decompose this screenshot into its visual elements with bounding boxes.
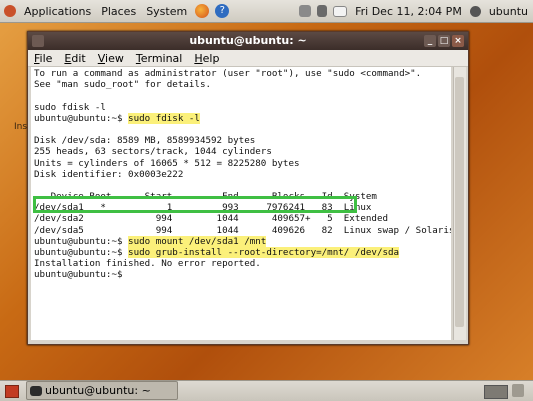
shell-prompt: ubuntu@ubuntu:~$: [34, 269, 129, 281]
ubuntu-logo-icon[interactable]: [4, 5, 16, 17]
menu-places[interactable]: Places: [96, 5, 141, 18]
terminal-line: To run a command as administrator (user …: [34, 68, 422, 79]
menu-system[interactable]: System: [141, 5, 192, 18]
help-icon[interactable]: ?: [215, 4, 230, 18]
desktop-icon-label[interactable]: Ins: [14, 122, 27, 132]
workspace-switcher[interactable]: [484, 385, 508, 399]
volume-icon[interactable]: [317, 5, 328, 17]
shell-prompt: ubuntu@ubuntu:~$: [34, 235, 129, 247]
close-icon[interactable]: ×: [452, 35, 464, 47]
trash-icon[interactable]: [512, 384, 524, 397]
menu-label-rest: iew: [105, 51, 124, 65]
scrollbar-thumb[interactable]: [455, 77, 464, 327]
mail-icon[interactable]: [333, 5, 348, 17]
window-titlebar[interactable]: ubuntu@ubuntu: ~ _ □ ×: [28, 32, 468, 50]
show-desktop-icon[interactable]: [5, 385, 19, 398]
shell-prompt: ubuntu@ubuntu:~$: [34, 112, 129, 124]
terminal-line: Units = cylinders of 16065 * 512 = 82252…: [34, 157, 300, 169]
menu-label-rest: elp: [202, 51, 220, 65]
terminal-line: /dev/sda2 994 1044 409657+ 5 Extended: [34, 213, 389, 225]
menu-applications[interactable]: Applications: [19, 5, 96, 18]
maximize-icon[interactable]: □: [438, 35, 450, 47]
minimize-icon[interactable]: _: [424, 35, 436, 47]
power-icon[interactable]: [469, 5, 481, 17]
shell-command: sudo mount /dev/sda1 /mnt: [128, 235, 267, 247]
window-title: ubuntu@ubuntu: ~: [189, 34, 307, 47]
terminal-icon: [30, 385, 42, 396]
firefox-icon[interactable]: [195, 4, 210, 18]
terminal-line: See "man sudo_root" for details.: [34, 79, 212, 91]
terminal-line: ubuntu@ubuntu:~$ sudo grub-install --roo…: [34, 247, 448, 258]
terminal-line: ubuntu@ubuntu:~$ sudo mount /dev/sda1 /m…: [34, 235, 448, 247]
menu-view[interactable]: View: [92, 52, 130, 65]
menu-accelerator: V: [97, 51, 106, 65]
user-menu[interactable]: ubuntu: [484, 5, 533, 18]
terminal-line: ubuntu@ubuntu:~$: [34, 269, 448, 280]
clock[interactable]: Fri Dec 11, 2:04 PM: [350, 5, 467, 18]
terminal-line: Disk /dev/sda: 8589 MB, 8589934592 bytes: [34, 135, 256, 147]
menu-label-rest: erminal: [140, 51, 183, 65]
menu-label-rest: ile: [39, 51, 53, 65]
top-panel: Applications Places System ? Fri Dec 11,…: [0, 0, 533, 23]
terminal-line: Installation finished. No error reported…: [34, 258, 261, 270]
menu-terminal[interactable]: Terminal: [130, 52, 189, 65]
highlight-annotation-box: [33, 196, 357, 213]
menu-file[interactable]: File: [28, 52, 58, 65]
terminal-line: 255 heads, 63 sectors/track, 1044 cylind…: [34, 146, 272, 158]
terminal-line: ubuntu@ubuntu:~$ sudo fdisk -l: [34, 112, 448, 124]
terminal-line: Disk identifier: 0x0003e222: [34, 168, 184, 180]
menu-accelerator: H: [194, 51, 203, 65]
terminal-window: ubuntu@ubuntu: ~ _ □ × File Edit View Termi…: [27, 31, 469, 345]
shell-command: sudo fdisk -l: [128, 112, 200, 124]
scrollbar[interactable]: [453, 67, 466, 340]
taskbar-terminal-button[interactable]: ubuntu@ubuntu: ~: [26, 381, 178, 400]
network-icon[interactable]: [299, 5, 312, 17]
menu-help[interactable]: Help: [188, 52, 225, 65]
window-menubar: File Edit View Terminal Help: [28, 50, 468, 67]
menu-label-rest: dit: [71, 51, 86, 65]
terminal-line: /dev/sda5 994 1044 409626 82 Linux swap …: [34, 224, 451, 236]
shell-prompt: ubuntu@ubuntu:~$: [34, 247, 129, 258]
menu-edit[interactable]: Edit: [58, 52, 91, 65]
taskbar-terminal-label: ubuntu@ubuntu: ~: [45, 384, 151, 397]
shell-command: sudo grub-install --root-directory=/mnt/…: [128, 247, 400, 258]
terminal-line: sudo fdisk -l: [34, 101, 106, 113]
